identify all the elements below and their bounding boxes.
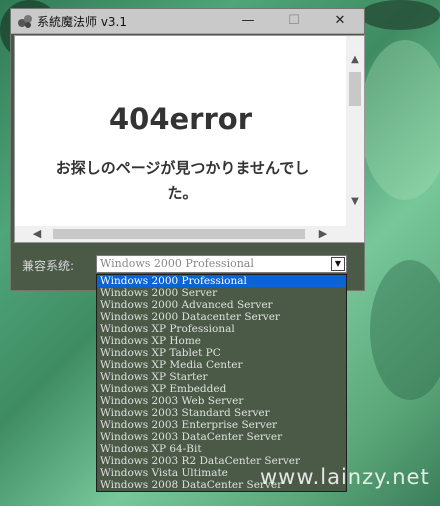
error-message: お探しのページが見つかりませんでした。 (55, 159, 310, 202)
watermark-text: www.lainzy.net (260, 465, 430, 489)
dropdown-option[interactable]: Windows XP Tablet PC (97, 347, 346, 359)
scroll-down-icon[interactable]: ▼ (346, 194, 364, 210)
chevron-down-icon[interactable]: ▼ (331, 257, 345, 271)
compat-system-value: Windows 2000 Professional (100, 257, 254, 270)
title-bar[interactable]: 系統魔法师 v3.1 — ☐ ✕ (11, 9, 364, 34)
browser-content: 404error お探しのページが見つかりませんでした。 (15, 36, 346, 226)
wallpaper-shape (370, 260, 440, 400)
dropdown-option[interactable]: Windows 2003 Enterprise Server (97, 419, 346, 431)
vertical-scroll-thumb[interactable] (349, 72, 361, 106)
compat-system-dropdown-list: Windows 2000 Professional Windows 2000 Se… (96, 274, 347, 492)
scroll-up-icon[interactable]: ▲ (346, 52, 364, 68)
dropdown-option[interactable]: Windows 2000 Professional (97, 275, 346, 287)
dropdown-option[interactable]: Windows 2003 Standard Server (97, 407, 346, 419)
compat-system-select[interactable]: Windows 2000 Professional ▼ (96, 255, 347, 273)
scroll-right-icon[interactable]: ▶ (315, 226, 331, 242)
dropdown-option[interactable]: Windows XP Professional (97, 323, 346, 335)
app-icon (17, 13, 33, 29)
dropdown-option[interactable]: Windows 2000 Advanced Server (97, 299, 346, 311)
horizontal-scroll-thumb[interactable] (53, 229, 305, 239)
scroll-left-icon[interactable]: ◀ (29, 226, 45, 242)
dropdown-option[interactable]: Windows XP Starter (97, 371, 346, 383)
vertical-scrollbar[interactable]: ▲ ▼ (346, 36, 364, 226)
dropdown-option[interactable]: Windows XP Media Center (97, 359, 346, 371)
dropdown-option[interactable]: Windows XP Embedded (97, 383, 346, 395)
embedded-browser: 404error お探しのページが見つかりませんでした。 ▲ ▼ ◀ ▶ (14, 35, 365, 243)
dropdown-option[interactable]: Windows 2003 Web Server (97, 395, 346, 407)
window-title: 系統魔法师 v3.1 (37, 15, 128, 29)
compat-system-label: 兼容系统: (22, 259, 75, 273)
minimize-button[interactable]: — (225, 9, 271, 33)
dropdown-option[interactable]: Windows 2000 Server (97, 287, 346, 299)
app-window: 系統魔法师 v3.1 — ☐ ✕ 404error お探しのページが見つかりませ… (10, 8, 365, 291)
wallpaper-shape (360, 40, 440, 200)
dropdown-option[interactable]: Windows XP 64-Bit (97, 443, 346, 455)
dropdown-option[interactable]: Windows 2000 Datacenter Server (97, 311, 346, 323)
dropdown-option[interactable]: Windows XP Home (97, 335, 346, 347)
error-title: 404error (108, 102, 253, 136)
horizontal-scrollbar[interactable]: ◀ ▶ (15, 226, 346, 242)
wallpaper-shape (360, 0, 440, 30)
dropdown-option[interactable]: Windows 2003 DataCenter Server (97, 431, 346, 443)
close-button[interactable]: ✕ (317, 9, 363, 33)
scroll-corner (346, 226, 364, 242)
maximize-button[interactable]: ☐ (271, 9, 317, 33)
